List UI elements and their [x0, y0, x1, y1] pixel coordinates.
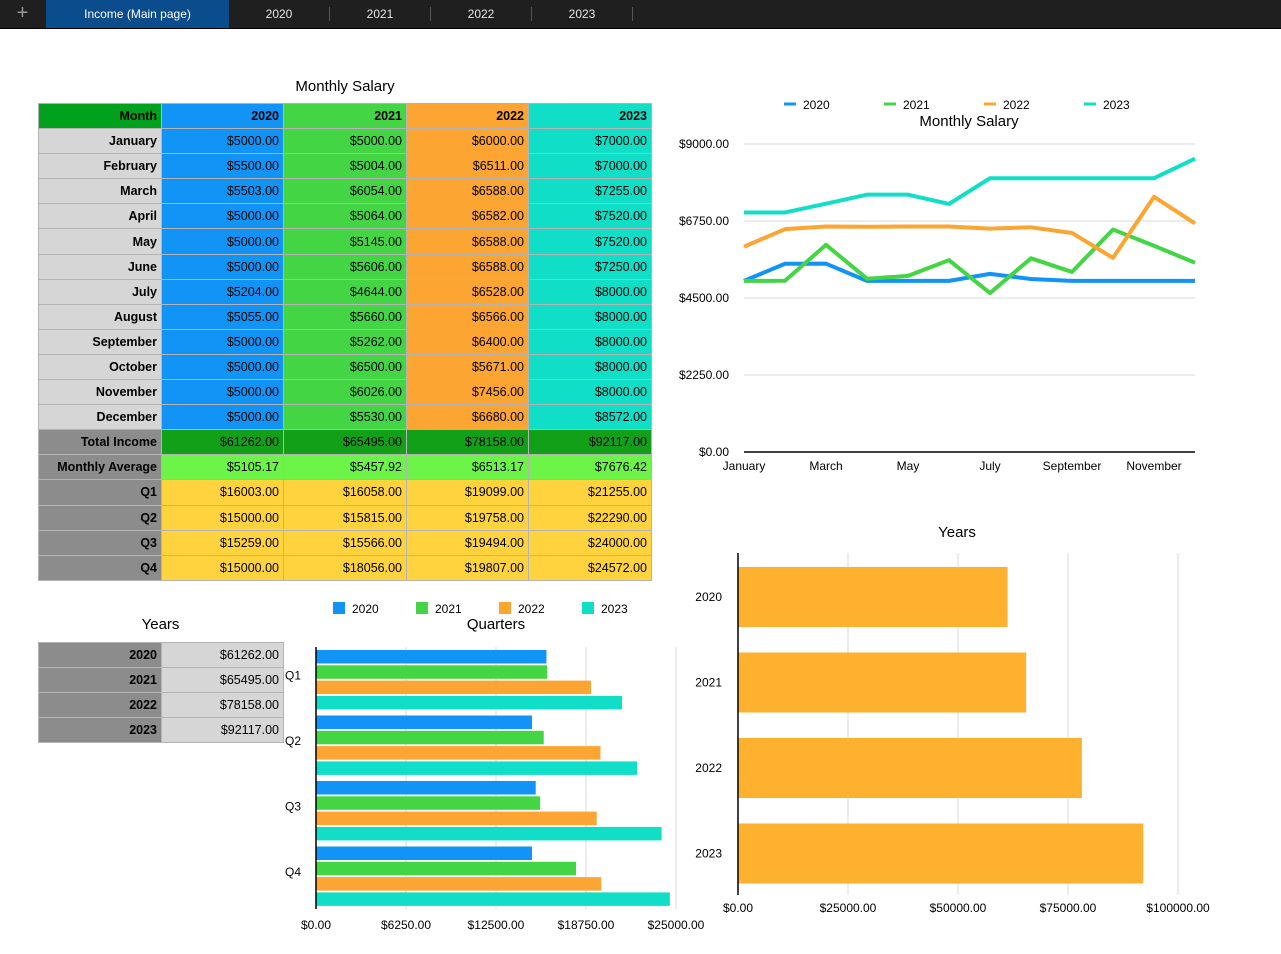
x-tick-label: $0.00	[723, 901, 753, 915]
y-tick-label: 2021	[695, 676, 722, 690]
bar-2020	[738, 567, 1008, 627]
x-tick-label: $100000.00	[1146, 901, 1210, 915]
y-tick-label: 2023	[695, 847, 722, 861]
y-tick-label: 2020	[695, 590, 722, 604]
years-chart-title: Years	[938, 524, 976, 541]
x-tick-label: $25000.00	[820, 901, 877, 915]
y-tick-label: 2022	[695, 761, 722, 775]
years-bar-chart[interactable]: $0.00 $25000.00 $50000.00 $75000.00 $100000.…	[0, 0, 1281, 954]
bar-2023	[738, 823, 1144, 884]
bar-2022	[738, 738, 1082, 798]
x-tick-label: $75000.00	[1040, 901, 1097, 915]
bar-2021	[738, 652, 1027, 713]
x-tick-label: $50000.00	[930, 901, 987, 915]
